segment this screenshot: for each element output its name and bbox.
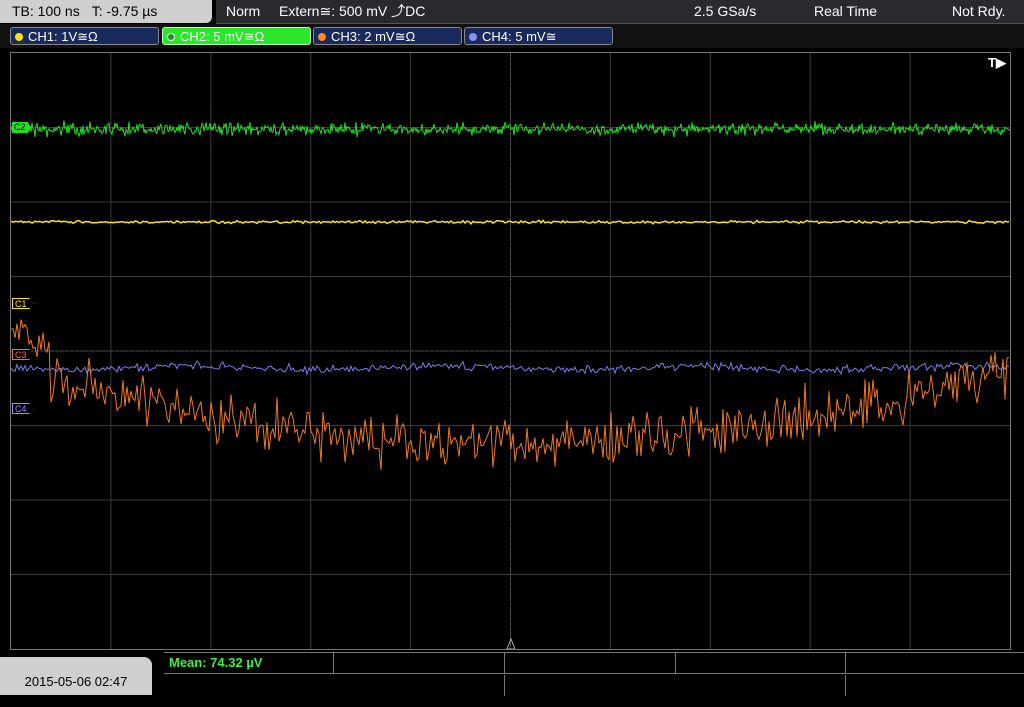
- ch1-label: CH1: 1V≅Ω: [28, 29, 98, 44]
- trigger-time-label: T: -9.75 µs: [91, 3, 158, 19]
- ch4-label: CH4: 5 mV≅: [482, 29, 557, 44]
- acquisition-mode: Real Time: [814, 3, 878, 19]
- waveform-svg: [11, 53, 1010, 649]
- tab-ch1[interactable]: CH1: 1V≅Ω: [10, 27, 159, 45]
- measurement-cell-7[interactable]: [505, 675, 846, 696]
- run-status: Not Rdy.: [952, 3, 1006, 19]
- top-status-bar: TB: 100 ns T: -9.75 µs Norm Extern≅: 500 …: [0, 0, 1024, 24]
- measurement-cell-3[interactable]: [505, 653, 676, 674]
- trigger-source[interactable]: Extern≅: 500 mV ⤴DC: [279, 0, 425, 23]
- ch2-marker[interactable]: C2: [12, 122, 32, 133]
- waveform-display[interactable]: C2 C1 C3 C4 T▶: [10, 52, 1011, 650]
- date-time: 2015-05-06 02:47: [0, 657, 152, 695]
- ch3-label: CH3: 2 mV≅Ω: [331, 29, 416, 44]
- ch4-marker[interactable]: C4: [12, 403, 34, 414]
- channel-bar: CH1: 1V≅Ω CH2: 5 mV≅Ω CH3: 2 mV≅Ω CH4: 5…: [0, 24, 1024, 48]
- measurement-cell-8[interactable]: [846, 675, 1024, 696]
- tab-ch3[interactable]: CH3: 2 mV≅Ω: [313, 27, 462, 45]
- ch3-dot-icon: [318, 33, 326, 41]
- tab-ch4[interactable]: CH4: 5 mV≅: [464, 27, 613, 45]
- measurement-bar: Mean: 74.32 µV: [164, 652, 1024, 696]
- timebase-label: TB: 100 ns: [12, 3, 80, 19]
- ch3-marker[interactable]: C3: [12, 349, 34, 360]
- mean-measurement: Mean: 74.32 µV: [169, 655, 263, 670]
- graticule: [11, 53, 1010, 649]
- ch4-dot-icon: [469, 33, 477, 41]
- ch1-dot-icon: [15, 33, 23, 41]
- measurement-cell-2[interactable]: [334, 653, 505, 674]
- measurement-cell-1[interactable]: Mean: 74.32 µV: [164, 653, 334, 674]
- measurement-cell-5[interactable]: [846, 653, 1024, 674]
- ch2-dot-icon: [167, 33, 175, 41]
- timebase-box[interactable]: TB: 100 ns T: -9.75 µs: [0, 0, 212, 23]
- acquisition-status-bar: Norm Extern≅: 500 mV ⤴DC 2.5 GSa/s Real …: [216, 0, 1024, 24]
- ch1-marker[interactable]: C1: [12, 298, 34, 309]
- measurement-cell-6[interactable]: [164, 675, 505, 696]
- trigger-mode[interactable]: Norm: [226, 0, 260, 23]
- sample-rate: 2.5 GSa/s: [694, 3, 757, 19]
- tab-ch2[interactable]: CH2: 5 mV≅Ω: [162, 27, 311, 45]
- ch2-label: CH2: 5 mV≅Ω: [180, 29, 265, 44]
- trigger-level-marker[interactable]: T▶: [988, 55, 1006, 71]
- measurement-cell-4[interactable]: [676, 653, 846, 674]
